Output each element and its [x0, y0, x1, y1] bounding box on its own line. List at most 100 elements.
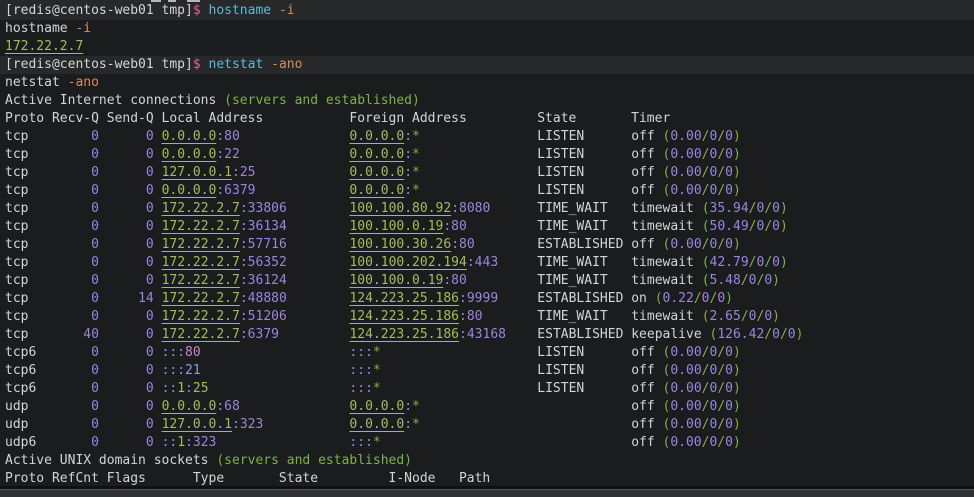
- text-segment: /: [717, 345, 725, 360]
- send-q: 0: [146, 435, 154, 450]
- send-q: 0: [146, 309, 154, 324]
- text-segment: [28, 273, 91, 288]
- text-segment: [287, 201, 350, 216]
- local-ip: 172.22.2.7: [162, 237, 240, 252]
- foreign-ip: :::: [349, 345, 372, 360]
- text-segment: 0: [725, 417, 733, 432]
- conn-row-tcp-22: tcp 0 0 0.0.0.0:22 0.0.0.0:* LISTEN off …: [0, 146, 974, 164]
- column-headers: Proto Recv-Q Send-Q Local Address Foreig…: [5, 111, 670, 126]
- text-segment: 5.48: [710, 273, 741, 288]
- text-segment: [647, 291, 655, 306]
- send-q: 0: [146, 165, 154, 180]
- text-segment: [99, 201, 146, 216]
- foreign-ip: 124.223.25.186: [349, 327, 459, 342]
- conn-row-tcp6-21: tcp6 0 0 :::21 :::* LISTEN off (0.00/0/0…: [0, 362, 974, 380]
- text-segment: [209, 381, 350, 396]
- text-segment: [655, 363, 663, 378]
- text-segment: [655, 129, 663, 144]
- local-ip: 0.0.0.0: [162, 399, 217, 414]
- text-segment: ): [780, 219, 788, 234]
- foreign-ip: 0.0.0.0: [349, 165, 404, 180]
- foreign-ip: :::: [349, 363, 372, 378]
- conn-row-tcp-36124: tcp 0 0 172.22.2.7:36124 100.100.0.19:80…: [0, 272, 974, 290]
- text-segment: [467, 219, 537, 234]
- text-segment: [154, 417, 162, 432]
- text-segment: [655, 417, 663, 432]
- local-ip: 172.22.2.7: [162, 309, 240, 324]
- unix-sockets-heading: Active UNIX domain sockets (servers and …: [0, 452, 974, 470]
- local-port: :57716: [240, 237, 287, 252]
- foreign-port: :443: [467, 255, 498, 270]
- text-segment: 0.00: [670, 417, 701, 432]
- text-segment: [467, 273, 537, 288]
- text-segment: 0: [772, 219, 780, 234]
- proto: tcp: [5, 201, 28, 216]
- text-segment: [655, 237, 663, 252]
- timer-mode: off: [631, 399, 654, 414]
- text-segment: [154, 129, 162, 144]
- text-segment: [99, 273, 146, 288]
- text-segment: [420, 417, 631, 432]
- text-segment: 0: [725, 183, 733, 198]
- text-segment: 0.00: [670, 147, 701, 162]
- text-segment: (: [702, 201, 710, 216]
- text-segment: 0: [702, 291, 710, 306]
- text-segment: Active Internet connections: [5, 93, 224, 108]
- text-segment: [99, 381, 146, 396]
- prompt: [redis@centos-web01 tmp]: [5, 3, 193, 18]
- recv-q: 0: [91, 183, 99, 198]
- local-port: :80: [216, 129, 239, 144]
- text-segment: /: [702, 381, 710, 396]
- text-segment: /: [717, 165, 725, 180]
- text-segment: 0: [725, 435, 733, 450]
- text-segment: Active UNIX domain sockets: [5, 453, 216, 468]
- conn-row-tcp-56352: tcp 0 0 172.22.2.7:56352 100.100.202.194…: [0, 254, 974, 272]
- text-segment: /: [702, 363, 710, 378]
- text-segment: ): [780, 255, 788, 270]
- text-segment: 0.00: [670, 435, 701, 450]
- text-segment: 0.00: [670, 381, 701, 396]
- proto: udp6: [5, 435, 36, 450]
- conn-row-tcp-51206: tcp 0 0 172.22.2.7:51206 124.223.25.186:…: [0, 308, 974, 326]
- text-segment: [28, 255, 91, 270]
- recv-q: 0: [91, 435, 99, 450]
- column-headers: Proto RefCnt Flags Type State I-Node Pat…: [5, 471, 490, 486]
- text-segment: [608, 255, 631, 270]
- text-segment: [287, 309, 350, 324]
- text-segment: 0.00: [670, 129, 701, 144]
- terminal-output[interactable]: [redis@centos-web01 tmp]$ hostname -ihos…: [0, 2, 974, 488]
- recv-q: 0: [91, 237, 99, 252]
- text-segment: [655, 399, 663, 414]
- local-port: 21: [185, 363, 201, 378]
- foreign-ip: 100.100.0.19: [349, 273, 443, 288]
- text-segment: [498, 291, 537, 306]
- text-segment: ): [733, 399, 741, 414]
- text-segment: [694, 201, 702, 216]
- text-segment: /: [717, 381, 725, 396]
- command-arg: -ano: [271, 57, 302, 72]
- foreign-port: *: [412, 165, 420, 180]
- text-segment: netstat: [5, 75, 68, 90]
- text-segment: /: [702, 147, 710, 162]
- recv-q: 0: [91, 345, 99, 360]
- timer-mode: timewait: [631, 201, 694, 216]
- text-segment: [99, 363, 146, 378]
- foreign-port: *: [373, 381, 381, 396]
- text-segment: /: [717, 237, 725, 252]
- text-segment: [154, 309, 162, 324]
- recv-q: 0: [91, 417, 99, 432]
- text-segment: /: [717, 363, 725, 378]
- timer-mode: off: [631, 417, 654, 432]
- local-port: :36124: [240, 273, 287, 288]
- foreign-port: :8080: [451, 201, 490, 216]
- text-segment: /: [702, 183, 710, 198]
- conn-row-tcp-36134: tcp 0 0 172.22.2.7:36134 100.100.0.19:80…: [0, 218, 974, 236]
- timer-mode: off: [631, 183, 654, 198]
- text-segment: ): [796, 327, 804, 342]
- text-segment: [99, 183, 146, 198]
- text-segment: 0.00: [670, 237, 701, 252]
- text-segment: hostname: [5, 21, 75, 36]
- text-segment: [28, 417, 91, 432]
- text-segment: [287, 255, 350, 270]
- recv-q: 40: [83, 327, 99, 342]
